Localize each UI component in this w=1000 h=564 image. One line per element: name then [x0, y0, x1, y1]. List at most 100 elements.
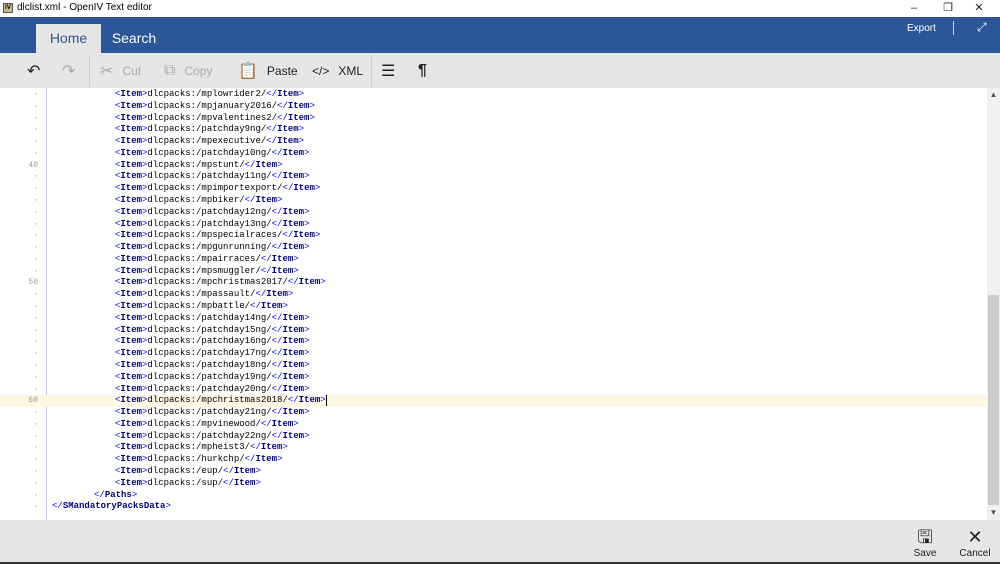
code-line[interactable]: · <Item>dlcpacks:/patchday21ng/</Item>: [0, 407, 987, 419]
export-button[interactable]: Export: [907, 23, 936, 34]
code-line[interactable]: · <Item>dlcpacks:/mpheist3/</Item>: [0, 442, 987, 454]
code-line[interactable]: · <Item>dlcpacks:/hurkchp/</Item>: [0, 454, 987, 466]
code-line[interactable]: · <Item>dlcpacks:/mpairraces/</Item>: [0, 254, 987, 266]
cancel-label: Cancel: [959, 548, 991, 559]
code-line[interactable]: · <Item>dlcpacks:/mpbiker/</Item>: [0, 195, 987, 207]
code-line[interactable]: · <Item>dlcpacks:/patchday15ng/</Item>: [0, 325, 987, 337]
code-line[interactable]: · <Item>dlcpacks:/mpvalentines2/</Item>: [0, 113, 987, 125]
cut-label: Cut: [122, 63, 142, 78]
line-number: ·: [33, 502, 38, 512]
line-number: ·: [33, 196, 38, 206]
undo-button[interactable]: ↶: [27, 53, 40, 88]
line-number: ·: [33, 172, 38, 182]
line-number: ·: [33, 219, 38, 229]
show-whitespace-button[interactable]: ¶: [418, 53, 427, 88]
line-number: ·: [33, 207, 38, 217]
line-number: ·: [33, 148, 38, 158]
line-number: ·: [33, 113, 38, 123]
vertical-scrollbar[interactable]: ▲ ▼: [987, 88, 1000, 520]
word-wrap-button[interactable]: ☰: [381, 53, 395, 88]
minimize-button[interactable]: –: [897, 0, 931, 17]
copy-button[interactable]: ⧉ Copy: [164, 53, 212, 88]
code-line[interactable]: · <Item>dlcpacks:/mpexecutive/</Item>: [0, 136, 987, 148]
code-line[interactable]: 60 <Item>dlcpacks:/mpchristmas2018/</Item…: [0, 395, 987, 408]
line-number: ·: [33, 431, 38, 441]
code-line[interactable]: · <Item>dlcpacks:/sup/</Item>: [0, 478, 987, 490]
code-text: <Item>dlcpacks:/patchday11ng/</Item>: [115, 171, 310, 182]
save-icon: 🖫: [917, 527, 933, 547]
scissors-icon: ✂: [100, 62, 114, 80]
scrollbar-thumb[interactable]: [988, 295, 999, 505]
close-button[interactable]: ✕: [962, 0, 996, 17]
code-line[interactable]: · <Item>dlcpacks:/patchday10ng/</Item>: [0, 148, 987, 160]
code-line[interactable]: · <Item>dlcpacks:/mpjanuary2016/</Item>: [0, 101, 987, 113]
toolbar-divider: [371, 55, 372, 87]
scroll-up-icon[interactable]: ▲: [987, 90, 1000, 99]
line-number: ·: [33, 90, 38, 99]
code-line[interactable]: · <Item>dlcpacks:/mpimportexport/</Item>: [0, 183, 987, 195]
code-text: <Item>dlcpacks:/patchday22ng/</Item>: [115, 430, 310, 441]
code-line[interactable]: · <Item>dlcpacks:/patchday17ng/</Item>: [0, 348, 987, 360]
redo-icon: ↷: [62, 62, 76, 80]
tab-search[interactable]: Search: [103, 24, 165, 53]
code-text: <Item>dlcpacks:/mpassault/</Item>: [115, 289, 294, 300]
code-line[interactable]: · </SMandatoryPacksData>: [0, 501, 987, 513]
code-line[interactable]: · <Item>dlcpacks:/patchday9ng/</Item>: [0, 124, 987, 136]
code-line[interactable]: · <Item>dlcpacks:/mpassault/</Item>: [0, 289, 987, 301]
line-number: ·: [33, 360, 38, 370]
bottom-bar: 🖫 Save ✕ Cancel: [0, 520, 1000, 564]
line-number: ·: [33, 290, 38, 300]
code-line[interactable]: · <Item>dlcpacks:/patchday16ng/</Item>: [0, 336, 987, 348]
line-number: ·: [33, 325, 38, 335]
pilcrow-icon: ¶: [418, 61, 427, 79]
code-text: <Item>dlcpacks:/patchday10ng/</Item>: [115, 147, 310, 158]
code-text: <Item>dlcpacks:/mpvinewood/</Item>: [115, 418, 299, 429]
code-text: <Item>dlcpacks:/mpexecutive/</Item>: [115, 136, 305, 147]
code-text: <Item>dlcpacks:/mpvalentines2/</Item>: [115, 112, 315, 123]
code-line[interactable]: · <Item>dlcpacks:/mpvinewood/</Item>: [0, 419, 987, 431]
paste-button[interactable]: 📋 Paste: [238, 53, 298, 88]
code-text: <Item>dlcpacks:/patchday21ng/</Item>: [115, 407, 310, 418]
code-line[interactable]: · <Item>dlcpacks:/mpsmuggler/</Item>: [0, 266, 987, 278]
code-line[interactable]: · <Item>dlcpacks:/patchday19ng/</Item>: [0, 372, 987, 384]
tab-home[interactable]: Home: [36, 24, 101, 53]
code-line[interactable]: · <Item>dlcpacks:/patchday13ng/</Item>: [0, 219, 987, 231]
code-line[interactable]: 50 <Item>dlcpacks:/mpchristmas2017/</Item…: [0, 277, 987, 289]
code-line[interactable]: · <Item>dlcpacks:/eup/</Item>: [0, 466, 987, 478]
code-line[interactable]: · <Item>dlcpacks:/patchday14ng/</Item>: [0, 313, 987, 325]
line-number: ·: [33, 254, 38, 264]
restore-button[interactable]: ❐: [931, 0, 965, 17]
line-number: ·: [33, 466, 38, 476]
code-text: <Item>dlcpacks:/patchday19ng/</Item>: [115, 371, 310, 382]
line-number: ·: [33, 419, 38, 429]
code-text: <Item>dlcpacks:/mpchristmas2017/</Item>: [115, 277, 326, 288]
code-line[interactable]: · <Item>dlcpacks:/mplowrider2/</Item>: [0, 89, 987, 101]
code-text: <Item>dlcpacks:/mpairraces/</Item>: [115, 253, 299, 264]
expand-icon[interactable]: ⤢: [977, 20, 987, 35]
xml-button[interactable]: </> XML: [312, 53, 363, 88]
code-text: <Item>dlcpacks:/patchday12ng/</Item>: [115, 206, 310, 217]
code-line[interactable]: · <Item>dlcpacks:/patchday11ng/</Item>: [0, 171, 987, 183]
scroll-down-icon[interactable]: ▼: [987, 508, 1000, 517]
code-line[interactable]: · <Item>dlcpacks:/patchday20ng/</Item>: [0, 384, 987, 396]
code-text: </SMandatoryPacksData>: [52, 501, 171, 512]
code-line[interactable]: · <Item>dlcpacks:/mpgunrunning/</Item>: [0, 242, 987, 254]
save-button[interactable]: 🖫 Save: [905, 526, 945, 559]
code-line[interactable]: · <Item>dlcpacks:/mpbattle/</Item>: [0, 301, 987, 313]
redo-button[interactable]: ↷: [62, 53, 75, 88]
code-line[interactable]: · <Item>dlcpacks:/patchday12ng/</Item>: [0, 207, 987, 219]
code-text: <Item>dlcpacks:/patchday14ng/</Item>: [115, 312, 310, 323]
code-line[interactable]: · </Paths>: [0, 490, 987, 502]
text-caret: [325, 395, 327, 407]
code-editor[interactable]: · <Item>dlcpacks:/mplowrider2/</Item> · <It…: [0, 88, 987, 520]
code-line[interactable]: · <Item>dlcpacks:/mpspecialraces/</Item>: [0, 230, 987, 242]
code-line[interactable]: 40 <Item>dlcpacks:/mpstunt/</Item>: [0, 160, 987, 172]
code-line[interactable]: · <Item>dlcpacks:/patchday18ng/</Item>: [0, 360, 987, 372]
line-number: ·: [33, 384, 38, 394]
clipboard-icon: 📋: [238, 62, 258, 80]
cut-button[interactable]: ✂ Cut: [100, 53, 141, 88]
cancel-button[interactable]: ✕ Cancel: [955, 526, 995, 559]
code-line[interactable]: · <Item>dlcpacks:/patchday22ng/</Item>: [0, 431, 987, 443]
paste-label: Paste: [266, 63, 298, 78]
code-text: <Item>dlcpacks:/patchday9ng/</Item>: [115, 124, 305, 135]
